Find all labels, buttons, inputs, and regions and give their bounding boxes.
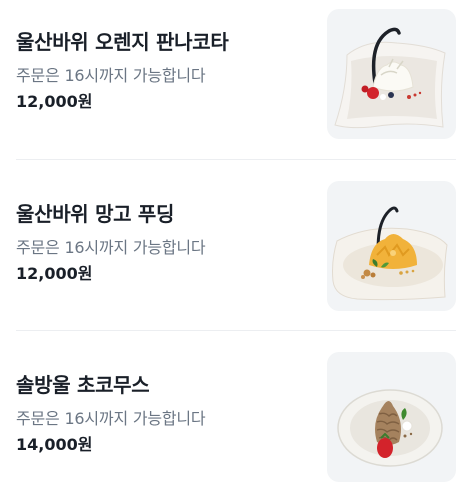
panna-cotta-plate-illustration xyxy=(334,27,446,129)
menu-item-order-note: 주문은 16시까지 가능합니다 xyxy=(16,409,206,428)
menu-item-orange-panna-cotta[interactable]: 울산바위 오렌지 판나코타 주문은 16시까지 가능합니다 12,000원 xyxy=(0,0,465,160)
pinecone-mousse-plate-illustration xyxy=(337,389,443,467)
menu-item-info: 솔방울 초코무스 주문은 16시까지 가능합니다 14,000원 xyxy=(16,372,306,456)
menu-item-pinecone-chocolate-mousse[interactable]: 솔방울 초코무스 주문은 16시까지 가능합니다 14,000원 xyxy=(0,343,465,487)
menu-item-name: 울산바위 망고 푸딩 xyxy=(16,202,175,226)
mango-pudding-dessert-image[interactable] xyxy=(327,181,456,311)
menu-item-info: 울산바위 오렌지 판나코타 주문은 16시까지 가능합니다 12,000원 xyxy=(16,29,306,113)
panna-cotta-dessert-image[interactable] xyxy=(327,9,456,139)
menu-item-mango-pudding[interactable]: 울산바위 망고 푸딩 주문은 16시까지 가능합니다 12,000원 xyxy=(0,172,465,332)
menu-item-price: 12,000원 xyxy=(16,264,93,283)
menu-item-info: 울산바위 망고 푸딩 주문은 16시까지 가능합니다 12,000원 xyxy=(16,201,306,285)
mango-pudding-plate-illustration xyxy=(332,206,448,301)
divider xyxy=(16,159,456,160)
menu-item-order-note: 주문은 16시까지 가능합니다 xyxy=(16,66,206,85)
menu-item-price: 14,000원 xyxy=(16,435,93,454)
menu-item-price: 12,000원 xyxy=(16,92,93,111)
divider xyxy=(16,330,456,331)
pinecone-chocolate-mousse-image[interactable] xyxy=(327,352,456,482)
menu-item-name: 울산바위 오렌지 판나코타 xyxy=(16,30,229,54)
menu-item-order-note: 주문은 16시까지 가능합니다 xyxy=(16,238,206,257)
menu-item-name: 솔방울 초코무스 xyxy=(16,373,150,397)
menu-list: 울산바위 오렌지 판나코타 주문은 16시까지 가능합니다 12,000원 울산… xyxy=(0,0,465,487)
